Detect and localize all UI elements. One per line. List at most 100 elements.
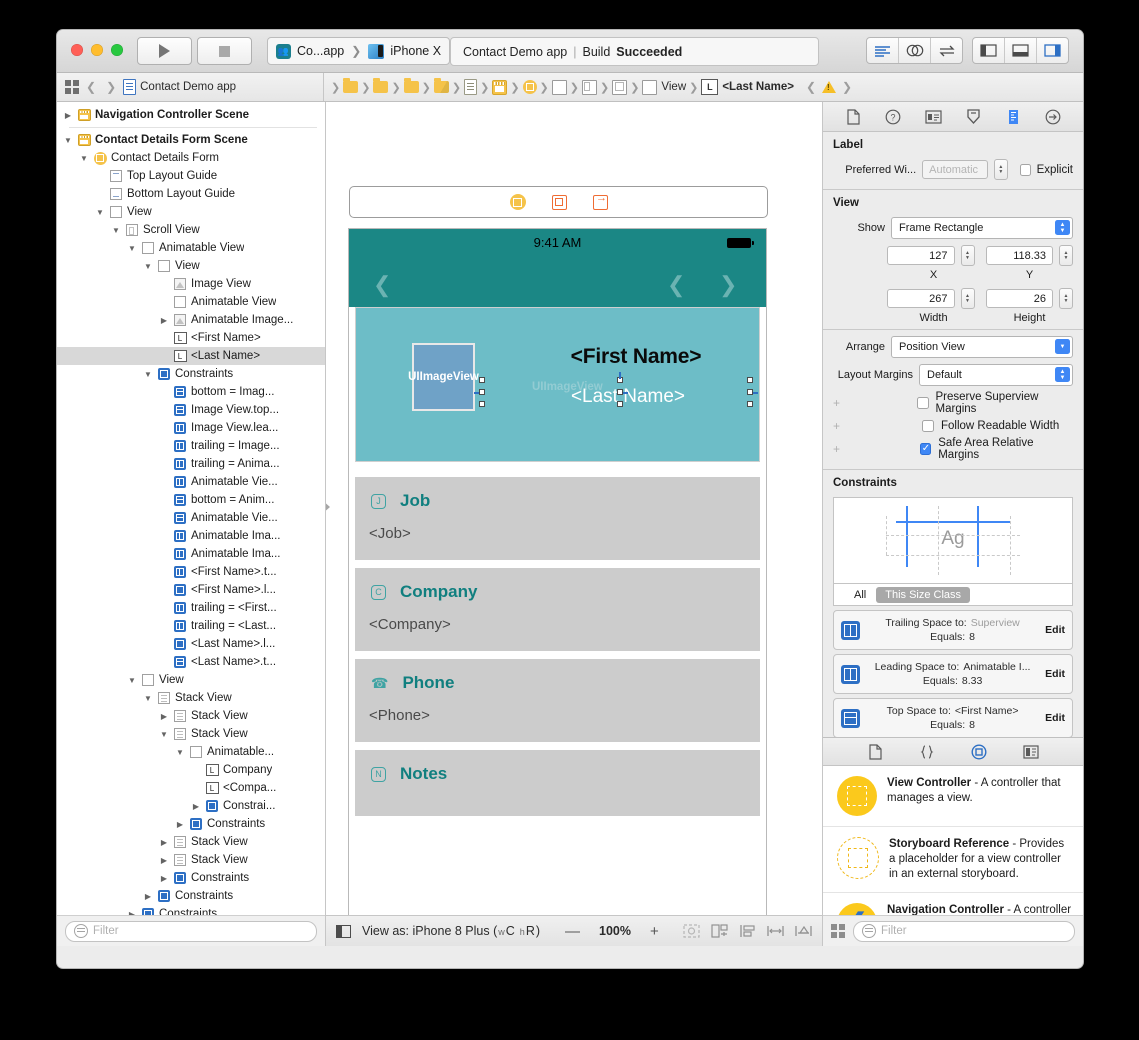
outline-row[interactable]: Animatable Ima...	[57, 545, 325, 563]
zoom-in-button[interactable]: +	[648, 923, 661, 940]
outline-row[interactable]: Animatable Vie...	[57, 473, 325, 491]
disclosure-triangle-icon[interactable]	[159, 730, 169, 739]
form-section[interactable]: ☎ Phone <Phone>	[355, 659, 760, 742]
disclosure-triangle-icon[interactable]	[191, 802, 201, 811]
preferred-width-stepper[interactable]: ▲ ▼	[994, 159, 1008, 180]
form-section[interactable]: N Notes	[355, 750, 760, 816]
y-input[interactable]: 118.33	[985, 246, 1054, 265]
preferred-width-input[interactable]: Automatic	[922, 160, 988, 179]
constraint-edit-button[interactable]: Edit	[1045, 712, 1065, 724]
outline-row[interactable]: trailing = Image...	[57, 437, 325, 455]
scheme-selector[interactable]: 👥 Co...app ❯ iPhone X	[267, 37, 451, 65]
selection-handle[interactable]	[747, 377, 753, 383]
outline-row[interactable]: Image View	[57, 275, 325, 293]
outline-row[interactable]: <First Name>.t...	[57, 563, 325, 581]
selection-handle[interactable]	[479, 389, 485, 395]
library-grid-icon[interactable]	[831, 924, 845, 938]
outline-row[interactable]: Constraints	[57, 887, 325, 905]
outline-row[interactable]: Constraints	[57, 365, 325, 383]
outline-row[interactable]: Animatable Image...	[57, 311, 325, 329]
selection-handle[interactable]	[617, 401, 623, 407]
outline-row[interactable]: Animatable Vie...	[57, 509, 325, 527]
view-controller-icon[interactable]	[522, 80, 537, 94]
exit-icon[interactable]	[592, 192, 608, 210]
image-view[interactable]: UIImageView	[408, 343, 479, 411]
outline-row[interactable]: Animatable Ima...	[57, 527, 325, 545]
last-name-label[interactable]: <Last Name>	[508, 386, 748, 408]
add-variation-icon[interactable]: +	[833, 442, 843, 456]
folder-icon[interactable]	[373, 78, 389, 93]
first-responder-icon[interactable]	[551, 194, 567, 210]
outline-row[interactable]: Stack View	[57, 833, 325, 851]
library-item[interactable]: ❮Navigation Controller - A controller th…	[823, 893, 1083, 915]
form-section-value[interactable]: <Job>	[355, 525, 760, 542]
device-preview[interactable]: 9:41 AM ❮ ❮ ❯ UIImageView <First Name> U…	[349, 229, 766, 915]
media-library-icon[interactable]	[1020, 742, 1042, 761]
add-variation-icon[interactable]: +	[833, 396, 842, 410]
attributes-inspector-icon[interactable]	[962, 107, 984, 126]
outline-row[interactable]: Image View.lea...	[57, 419, 325, 437]
outline-row[interactable]: trailing = Anima...	[57, 455, 325, 473]
navigator-filter-input[interactable]: Filter	[65, 920, 317, 942]
outline-row[interactable]: bottom = Imag...	[57, 383, 325, 401]
form-section-value[interactable]: <Phone>	[355, 707, 760, 724]
first-name-label[interactable]: <First Name>	[516, 345, 756, 369]
scene-icon[interactable]	[492, 79, 508, 95]
version-editor-button[interactable]	[931, 38, 962, 63]
constraint-card[interactable]: Trailing Space to: Superview Equals: 8 Edit	[833, 610, 1073, 650]
breadcrumb-project[interactable]: Contact Demo app	[123, 79, 236, 95]
disclosure-triangle-icon[interactable]	[159, 874, 169, 883]
storyboard-document-icon[interactable]	[464, 79, 478, 95]
disclosure-triangle-icon[interactable]	[159, 712, 169, 721]
outline-row[interactable]: Navigation Controller Scene	[57, 106, 325, 124]
outline-row[interactable]: Image View.top...	[57, 401, 325, 419]
file-inspector-icon[interactable]	[842, 107, 864, 126]
constraint-edit-button[interactable]: Edit	[1045, 668, 1065, 680]
disclosure-triangle-icon[interactable]	[143, 694, 153, 703]
folder-icon[interactable]	[343, 78, 359, 93]
outline-row[interactable]: Stack View	[57, 689, 325, 707]
update-frames-icon[interactable]	[683, 924, 700, 938]
view-icon[interactable]	[551, 79, 567, 95]
align-icon[interactable]	[739, 924, 756, 938]
embed-in-icon[interactable]	[711, 924, 728, 938]
related-items-icon[interactable]	[65, 80, 79, 94]
disclosure-triangle-icon[interactable]	[127, 244, 137, 253]
file-template-library-icon[interactable]	[864, 742, 886, 761]
view-as-label[interactable]: View as: iPhone 8 Plus ( w C h R )	[362, 924, 540, 938]
outline-row[interactable]: Contact Details Form	[57, 149, 325, 167]
issue-prev-button[interactable]: ❮	[803, 80, 819, 94]
minimize-button[interactable]	[91, 44, 103, 56]
form-section[interactable]: J Job <Job>	[355, 477, 760, 560]
disclosure-triangle-icon[interactable]	[111, 226, 121, 235]
constraint-card[interactable]: Leading Space to: Animatable I... Equals: 8…	[833, 654, 1073, 694]
disclosure-triangle-icon[interactable]	[159, 838, 169, 847]
scope-this-size-class-button[interactable]: This Size Class	[876, 586, 971, 603]
disclosure-triangle-icon[interactable]	[95, 208, 105, 217]
quick-help-icon[interactable]: ?	[882, 107, 904, 126]
outline-row[interactable]: Bottom Layout Guide	[57, 185, 325, 203]
selection-handle[interactable]	[479, 377, 485, 383]
outline-row[interactable]: Top Layout Guide	[57, 167, 325, 185]
safe-area-relative-margins-checkbox[interactable]	[919, 443, 932, 455]
outline-row[interactable]: L <First Name>	[57, 329, 325, 347]
outline-row[interactable]: L Company	[57, 761, 325, 779]
disclosure-triangle-icon[interactable]	[63, 136, 73, 145]
height-input[interactable]: 26	[985, 289, 1054, 308]
folder-icon[interactable]	[433, 78, 449, 93]
outline-row[interactable]: trailing = <First...	[57, 599, 325, 617]
disclosure-triangle-icon[interactable]	[63, 111, 73, 120]
scope-all-button[interactable]: All	[854, 589, 866, 601]
add-variation-icon[interactable]: +	[833, 419, 843, 433]
view-controller-icon[interactable]	[509, 194, 526, 210]
height-stepper[interactable]: ▲ ▼	[1059, 288, 1074, 309]
nav-prev-icon[interactable]: ❮	[667, 272, 685, 298]
assistant-editor-button[interactable]	[899, 38, 931, 63]
selection-handle[interactable]	[747, 401, 753, 407]
form-section[interactable]: C Company <Company>	[355, 568, 760, 651]
outline-row[interactable]: Stack View	[57, 725, 325, 743]
preserve-superview-margins-checkbox[interactable]	[917, 397, 929, 409]
outline-row[interactable]: Contact Details Form Scene	[57, 131, 325, 149]
toggle-debug-area-button[interactable]	[1005, 38, 1037, 63]
standard-editor-button[interactable]	[867, 38, 899, 63]
